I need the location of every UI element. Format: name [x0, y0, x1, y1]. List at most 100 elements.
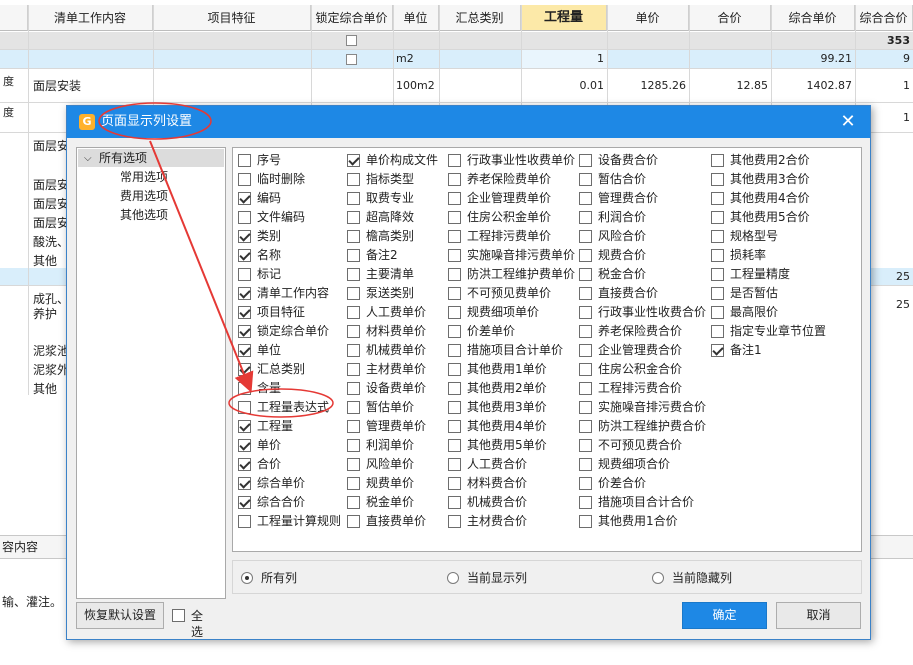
checkbox[interactable]	[579, 211, 592, 224]
restore-defaults-button[interactable]: 恢复默认设置	[76, 602, 164, 629]
checkbox-checked[interactable]	[238, 420, 251, 433]
checkbox[interactable]	[579, 477, 592, 490]
checkbox[interactable]	[347, 211, 360, 224]
checkbox[interactable]	[711, 249, 724, 262]
checkbox[interactable]	[448, 306, 461, 319]
checkbox[interactable]	[448, 325, 461, 338]
sheet-header-cell[interactable]: 合价	[689, 5, 771, 31]
lock-checkbox[interactable]	[346, 35, 357, 46]
sheet-header-cell[interactable]: 单价	[607, 5, 689, 31]
checkbox[interactable]	[579, 363, 592, 376]
checkbox[interactable]	[448, 515, 461, 528]
sheet-header-cell[interactable]: 工程量	[521, 5, 607, 31]
checkbox[interactable]	[579, 382, 592, 395]
checkbox[interactable]	[347, 173, 360, 186]
checkbox[interactable]	[347, 230, 360, 243]
sheet-header-cell[interactable]: 单位	[393, 5, 439, 31]
checkbox[interactable]	[238, 515, 251, 528]
checkbox[interactable]	[711, 211, 724, 224]
checkbox[interactable]	[238, 173, 251, 186]
checkbox[interactable]	[347, 515, 360, 528]
checkbox[interactable]	[347, 477, 360, 490]
checkbox[interactable]	[347, 401, 360, 414]
sheet-header-cell[interactable]: 汇总类别	[439, 5, 521, 31]
checkbox[interactable]	[579, 439, 592, 452]
quantity-cell[interactable]: 1	[521, 50, 607, 68]
checkbox[interactable]	[448, 211, 461, 224]
checkbox[interactable]	[448, 439, 461, 452]
sheet-header-cell[interactable]: 综合单价	[771, 5, 855, 31]
checkbox[interactable]	[579, 173, 592, 186]
checkbox[interactable]	[711, 230, 724, 243]
cancel-button[interactable]: 取消	[776, 602, 861, 629]
checkbox[interactable]	[579, 515, 592, 528]
sheet-header-cell[interactable]: 锁定综合单价	[311, 5, 393, 31]
checkbox[interactable]	[238, 268, 251, 281]
checkbox[interactable]	[448, 420, 461, 433]
checkbox[interactable]	[579, 268, 592, 281]
checkbox-checked[interactable]	[238, 249, 251, 262]
checkbox[interactable]	[579, 401, 592, 414]
checkbox[interactable]	[579, 420, 592, 433]
checkbox[interactable]	[347, 249, 360, 262]
ok-button[interactable]: 确定	[682, 602, 767, 629]
checkbox[interactable]	[579, 344, 592, 357]
sheet-header-cell[interactable]: 综合合价	[855, 5, 913, 31]
checkbox[interactable]	[579, 192, 592, 205]
checkbox[interactable]	[579, 458, 592, 471]
checkbox[interactable]	[711, 173, 724, 186]
checkbox[interactable]	[448, 477, 461, 490]
checkbox[interactable]	[347, 382, 360, 395]
checkbox[interactable]	[448, 287, 461, 300]
checkbox[interactable]	[579, 287, 592, 300]
checkbox-checked[interactable]	[238, 496, 251, 509]
checkbox[interactable]	[579, 230, 592, 243]
tree-node-fees[interactable]: 费用选项	[120, 187, 168, 205]
checkbox[interactable]	[347, 287, 360, 300]
sheet-header-cell[interactable]: 项目特征	[153, 5, 311, 31]
checkbox[interactable]	[347, 420, 360, 433]
checkbox[interactable]	[711, 325, 724, 338]
tree-node-common[interactable]: 常用选项	[120, 168, 168, 186]
checkbox[interactable]	[448, 496, 461, 509]
checkbox[interactable]	[579, 154, 592, 167]
checkbox[interactable]	[347, 496, 360, 509]
sheet-row[interactable]: 度 面层安装 100m2 0.01 1285.26 12.85 1402.87 …	[0, 69, 913, 103]
checkbox[interactable]	[448, 401, 461, 414]
lock-checkbox[interactable]	[346, 54, 357, 65]
checkbox-checked[interactable]	[238, 439, 251, 452]
checkbox[interactable]	[347, 325, 360, 338]
checkbox-checked[interactable]	[347, 154, 360, 167]
checkbox[interactable]	[579, 249, 592, 262]
checkbox[interactable]	[347, 268, 360, 281]
checkbox[interactable]	[238, 401, 251, 414]
checkbox[interactable]	[347, 439, 360, 452]
checkbox-checked[interactable]	[238, 230, 251, 243]
close-icon[interactable]: ✕	[836, 110, 860, 134]
checkbox[interactable]	[579, 306, 592, 319]
checkbox[interactable]	[579, 325, 592, 338]
chevron-down-icon[interactable]: ⌵	[84, 153, 92, 164]
checkbox[interactable]	[238, 211, 251, 224]
checkbox[interactable]	[711, 192, 724, 205]
checkbox[interactable]	[448, 249, 461, 262]
checkbox[interactable]	[347, 344, 360, 357]
checkbox-checked[interactable]	[711, 344, 724, 357]
checkbox-checked[interactable]	[238, 363, 251, 376]
checkbox[interactable]	[448, 382, 461, 395]
bottom-tab[interactable]: 容内容	[0, 536, 38, 558]
checkbox-checked[interactable]	[238, 477, 251, 490]
sheet-header-cell[interactable]: 清单工作内容	[28, 5, 153, 31]
checkbox-checked[interactable]	[238, 344, 251, 357]
checkbox[interactable]	[347, 458, 360, 471]
dialog-title-bar[interactable]: G 页面显示列设置 ✕	[67, 106, 870, 138]
checkbox[interactable]	[711, 306, 724, 319]
checkbox[interactable]	[711, 287, 724, 300]
checkbox[interactable]	[347, 306, 360, 319]
checkbox-checked[interactable]	[238, 458, 251, 471]
sheet-selected-row[interactable]: m2 1 99.21 9	[0, 50, 913, 69]
checkbox[interactable]	[347, 363, 360, 376]
checkbox[interactable]	[448, 173, 461, 186]
checkbox[interactable]	[238, 382, 251, 395]
checkbox[interactable]	[238, 154, 251, 167]
